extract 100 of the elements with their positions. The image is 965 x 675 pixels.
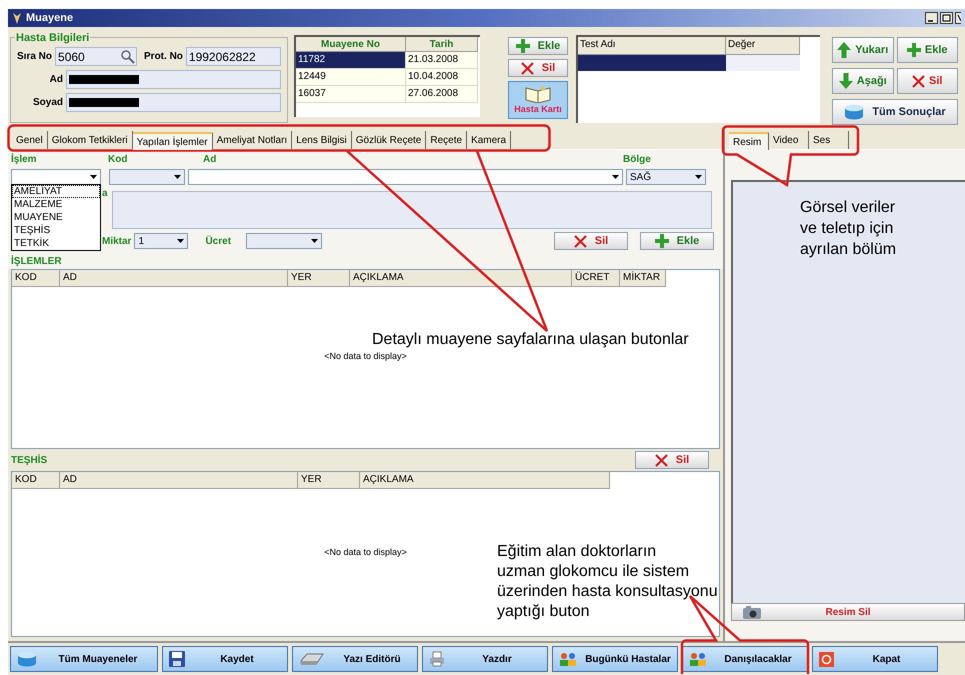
annotation-text: Eğitim alan doktorların uzman glokomcu ile sistem üzerinden hasta konsultasyonu yaptığı buton xyxy=(497,542,718,622)
table-cell: 27.06.2008 xyxy=(406,86,478,103)
add-button[interactable]: Ekle xyxy=(640,232,714,250)
tab[interactable]: Resim xyxy=(729,132,769,150)
annotation-text: Detaylı muayene sayfalarına ulaşan butonlar xyxy=(372,330,689,350)
operation-dropdown[interactable] xyxy=(11,169,101,185)
input-field[interactable]: 1992062822 xyxy=(186,47,281,66)
column-header[interactable]: KOD xyxy=(12,472,60,489)
field-label: Ücret xyxy=(205,234,232,248)
column-header[interactable]: Tarih xyxy=(406,37,478,52)
toolbar-button[interactable]: Bugünkü Hastalar xyxy=(552,646,678,672)
minimize-icon[interactable] xyxy=(925,12,938,24)
column-header[interactable]: Değer xyxy=(726,37,800,55)
plus-icon xyxy=(906,43,921,57)
dropdown-arrow-icon xyxy=(695,175,702,179)
dropdown-option[interactable]: TETKİK xyxy=(12,237,100,250)
column-header[interactable]: YER xyxy=(298,472,360,489)
region-dropdown[interactable]: SAĞ xyxy=(626,169,706,185)
field-label: Soyad xyxy=(32,96,63,110)
field-label: a xyxy=(102,187,109,201)
toolbar-button[interactable]: Danışılacaklar xyxy=(682,646,808,672)
table-row[interactable]: 12449 10.04.2008 xyxy=(296,69,480,86)
field-label: Kod xyxy=(108,154,128,165)
plus-icon xyxy=(516,39,530,53)
all-results-button[interactable]: Tüm Sonuçlar xyxy=(832,99,958,125)
people-icon xyxy=(559,652,577,666)
input-field[interactable]: 5060 xyxy=(55,47,138,66)
field-label: Ad xyxy=(203,154,216,165)
dropdown-option[interactable]: AMELİYAT xyxy=(12,185,100,198)
delete-button[interactable]: Sil xyxy=(635,451,709,469)
table-cell: 12449 xyxy=(296,69,406,86)
column-header[interactable]: YER xyxy=(288,270,350,287)
name-dropdown[interactable] xyxy=(188,169,623,185)
annotation-text: Görsel veriler ve teletıp için ayrılan bölüm xyxy=(800,198,896,260)
add-button[interactable]: Ekle xyxy=(508,37,568,55)
table-cell: 16037 xyxy=(296,86,406,103)
field-label: Prot. No xyxy=(144,50,183,64)
down-arrow-icon xyxy=(838,73,853,89)
camera-icon xyxy=(742,605,762,619)
table-cell: 21.03.2008 xyxy=(406,52,478,69)
dropdown-arrow-icon xyxy=(90,175,97,179)
field-label: Miktar xyxy=(102,234,132,248)
move-down-button[interactable]: Aşağı xyxy=(832,68,894,94)
description-field[interactable] xyxy=(112,191,712,229)
field-label: Bölge xyxy=(623,153,651,167)
dropdown-option[interactable]: MALZEME xyxy=(12,198,100,211)
toolbar-button[interactable]: Kaydet xyxy=(162,646,288,672)
delete-button[interactable]: Sil xyxy=(896,68,958,94)
table-row[interactable]: 16037 27.06.2008 xyxy=(296,86,480,103)
up-arrow-icon xyxy=(837,42,852,58)
column-header[interactable]: MİKTAR xyxy=(620,270,666,287)
plus-icon xyxy=(654,234,669,248)
dropdown-arrow-icon xyxy=(177,239,184,243)
column-header[interactable]: ÜCRET xyxy=(572,270,620,287)
tab[interactable]: Yapılan İşlemler xyxy=(132,132,213,150)
power-icon xyxy=(819,652,834,666)
column-header[interactable]: AÇIKLAMA xyxy=(350,270,572,287)
cylinder-icon xyxy=(17,651,37,667)
column-header[interactable]: Test Adı xyxy=(578,37,726,55)
dropdown-option[interactable]: TEŞHİS xyxy=(12,224,100,237)
book-icon xyxy=(524,83,552,104)
input-field[interactable] xyxy=(66,70,281,89)
empty-message: <No data to display> xyxy=(324,350,407,364)
maximize-icon[interactable] xyxy=(940,12,953,24)
dropdown-arrow-icon xyxy=(612,175,619,179)
dropdown-arrow-icon xyxy=(311,239,318,243)
column-header[interactable]: AD xyxy=(60,270,288,287)
toolbar-button[interactable]: Tüm Muayeneler xyxy=(10,646,158,672)
field-label: Sıra No xyxy=(17,50,52,64)
add-button[interactable]: Ekle xyxy=(896,37,958,63)
section-title: İŞLEMLER xyxy=(11,254,63,269)
cylinder-icon xyxy=(844,104,864,120)
toolbar-button[interactable]: Yazı Editörü xyxy=(292,646,418,672)
toolbar-button[interactable]: Kapat xyxy=(812,646,938,672)
table-cell: 11782 xyxy=(296,52,406,69)
dropdown-option[interactable]: MUAYENE xyxy=(12,211,100,224)
dropdown-arrow-icon xyxy=(174,175,181,179)
column-header[interactable]: AÇIKLAMA xyxy=(360,472,610,489)
toolbar-button[interactable]: Yazdır xyxy=(422,646,548,672)
column-header[interactable]: Muayene No xyxy=(296,37,406,52)
window-title: Muayene xyxy=(26,10,74,26)
table-cell: 10.04.2008 xyxy=(406,69,478,86)
field-label: İşlem xyxy=(11,154,37,165)
section-title: TEŞHİS xyxy=(11,453,48,468)
quantity-dropdown[interactable]: 1 xyxy=(134,233,188,249)
delete-image-button[interactable]: Resim Sil xyxy=(731,603,965,621)
group-legend: Hasta Bilgileri xyxy=(15,30,90,46)
search-icon[interactable] xyxy=(120,48,136,64)
input-field[interactable] xyxy=(66,93,281,112)
scanner-icon xyxy=(299,652,325,666)
delete-button[interactable]: Sil xyxy=(554,232,628,250)
table-row[interactable]: 11782 21.03.2008 xyxy=(296,52,480,69)
field-label: Ad xyxy=(48,73,63,87)
column-header[interactable]: AD xyxy=(60,472,298,489)
people-icon xyxy=(689,652,707,666)
delete-button[interactable]: Sil xyxy=(508,59,568,77)
empty-message: <No data to display> xyxy=(324,546,407,559)
printer-icon xyxy=(429,651,445,667)
move-up-button[interactable]: Yukarı xyxy=(832,37,894,63)
column-header[interactable]: KOD xyxy=(12,270,60,287)
